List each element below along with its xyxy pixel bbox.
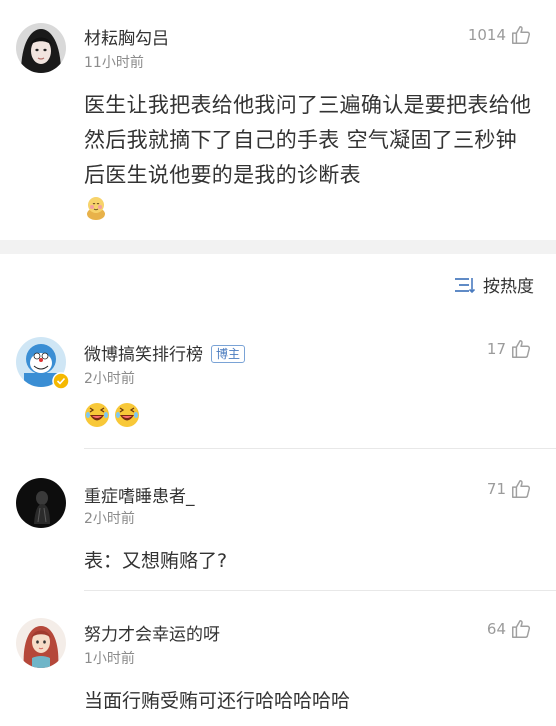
comment-username[interactable]: 努力才会幸运的呀: [84, 620, 220, 645]
sort-label: 按热度: [483, 277, 534, 297]
post-username[interactable]: 材耘胸勾吕: [84, 24, 169, 49]
comment-text: 当面行贿受贿可还行哈哈哈哈哈: [84, 690, 351, 712]
comment-like-button[interactable]: 71: [487, 478, 532, 500]
sort-icon: [455, 277, 475, 293]
blogger-badge: 博主: [211, 345, 246, 363]
comment-divider: [84, 590, 556, 591]
comment-time: 2小时前: [84, 511, 135, 527]
comment-avatar[interactable]: [16, 618, 66, 668]
comment-like-count: 17: [486, 340, 506, 358]
comment-emoji-row: [84, 402, 144, 428]
comment-username[interactable]: 微博搞笑排行榜 博主: [84, 340, 246, 365]
post: 材耘胸勾吕 11小时前 1014 医生让我把表给他我问了三遍确认是要把表给他然后…: [0, 0, 556, 240]
comment-like-button[interactable]: 64: [487, 618, 532, 640]
post-body: 医生让我把表给他我问了三遍确认是要把表给他然后我就摘下了自己的手表 空气凝固了三…: [84, 93, 532, 187]
comment-username[interactable]: 重症嗜睡患者_: [84, 482, 195, 507]
laughing-emoji: [85, 403, 109, 427]
post-avatar[interactable]: [16, 23, 66, 73]
post-time: 11小时前: [84, 55, 144, 71]
section-separator: [0, 240, 556, 254]
comment-item: 努力才会幸运的呀 1小时前 64 当面行贿受贿可还行哈哈哈哈哈: [0, 614, 556, 726]
thumbs-up-icon: [512, 340, 531, 358]
laughing-emoji: [115, 403, 139, 427]
comment-item: 重症嗜睡患者_ 2小时前 71 表：又想贿赂了?: [0, 472, 556, 591]
comment-item: 微博搞笑排行榜 博主 2小时前 17: [0, 330, 556, 449]
post-like-button[interactable]: 1014: [468, 24, 532, 46]
comment-text: 表：又想贿赂了?: [84, 550, 228, 572]
comment-avatar[interactable]: [16, 478, 66, 528]
comment-divider: [84, 448, 556, 449]
comment-like-count: 71: [486, 480, 506, 498]
comment-time: 1小时前: [84, 651, 135, 667]
thumbs-up-icon: [512, 26, 531, 44]
comment-like-count: 64: [486, 620, 506, 638]
sort-by-hot-button[interactable]: 按热度: [453, 272, 534, 297]
shy-emoji: [84, 195, 534, 232]
verified-icon: [52, 372, 70, 390]
comment-like-button[interactable]: 17: [487, 338, 532, 360]
comment-time: 2小时前: [84, 371, 135, 387]
post-text: 医生让我把表给他我问了三遍确认是要把表给他然后我就摘下了自己的手表 空气凝固了三…: [84, 88, 534, 232]
post-like-count: 1014: [467, 26, 506, 44]
thumbs-up-icon: [512, 620, 531, 638]
thumbs-up-icon: [512, 480, 531, 498]
